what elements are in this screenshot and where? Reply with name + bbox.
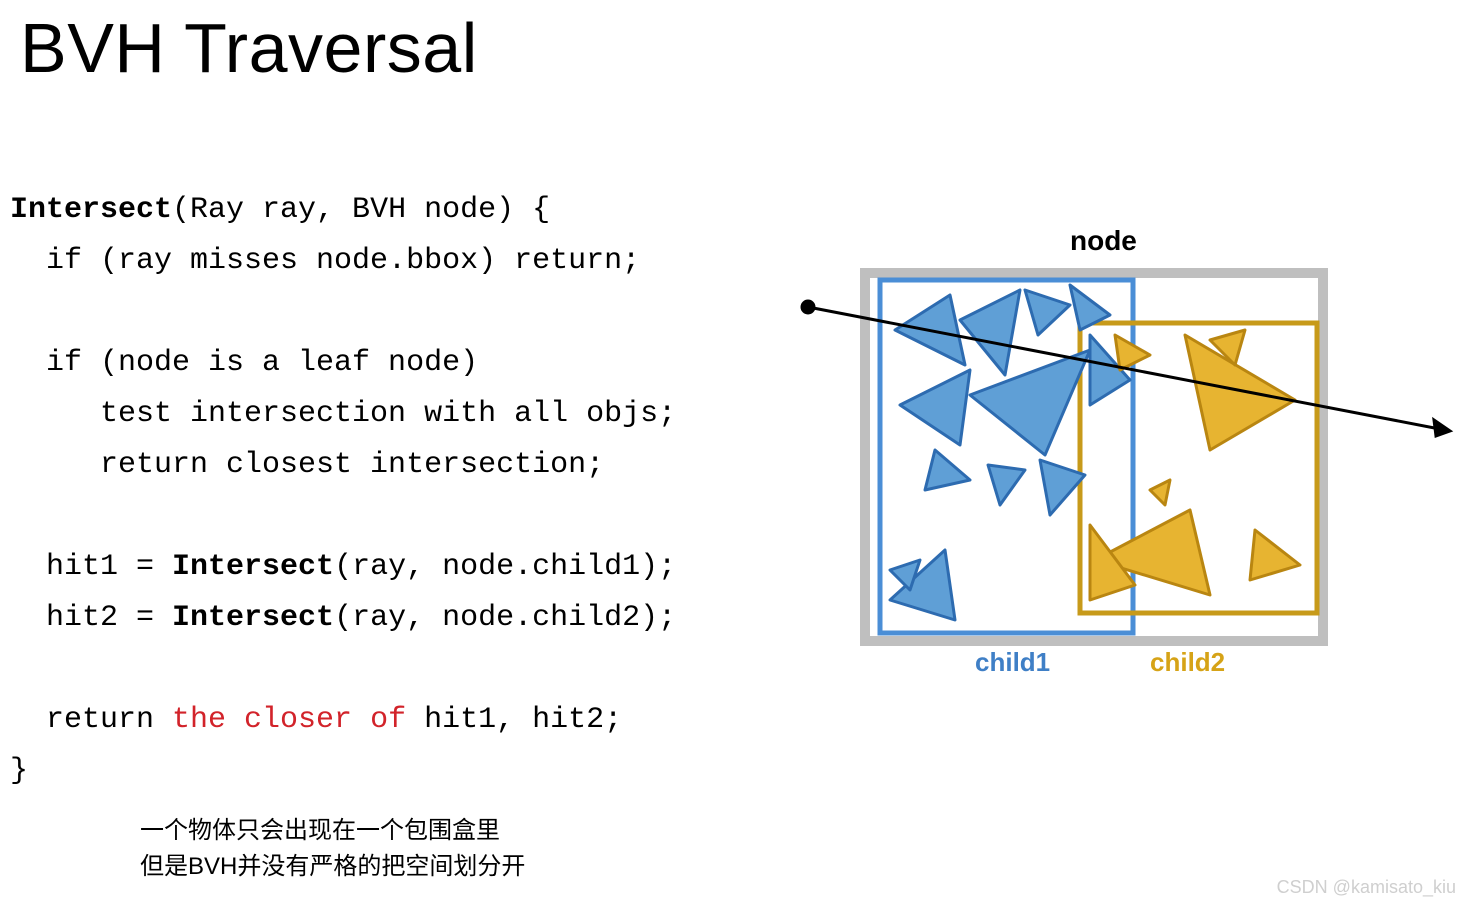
code-line: if (node is a leaf node) — [10, 346, 478, 380]
bvh-diagram: node child1 child2 — [790, 225, 1470, 695]
code-line-part: hit2 = — [10, 601, 172, 635]
bvh-svg — [790, 225, 1470, 695]
notes-block: 一个物体只会出现在一个包围盒里 但是BVH并没有严格的把空间划分开 — [140, 813, 525, 885]
sig-open: (Ray ray, BVH node) { — [172, 193, 550, 227]
code-line-part: (ray, node.child2); — [334, 601, 676, 635]
code-line: return closest intersection; — [10, 448, 604, 482]
code-close: } — [10, 754, 28, 788]
code-line: test intersection with all objs; — [10, 397, 676, 431]
page-title: BVH Traversal — [20, 8, 478, 88]
code-line-part: hit1, hit2; — [406, 703, 622, 737]
code-line: if (ray misses node.bbox) return; — [10, 244, 640, 278]
fn-call: Intersect — [172, 550, 334, 584]
note-line: 一个物体只会出现在一个包围盒里 — [140, 813, 525, 849]
child2-triangles — [1090, 330, 1300, 600]
code-line-part: hit1 = — [10, 550, 172, 584]
code-line-part: (ray, node.child1); — [334, 550, 676, 584]
watermark: CSDN @kamisato_kiu — [1277, 877, 1456, 898]
fn-call: Intersect — [172, 601, 334, 635]
code-line-part: return — [10, 703, 172, 737]
code-highlight: the closer of — [172, 703, 406, 737]
pseudocode-block: Intersect(Ray ray, BVH node) { if (ray m… — [10, 185, 676, 797]
note-line: 但是BVH并没有严格的把空间划分开 — [140, 849, 525, 885]
fn-name: Intersect — [10, 193, 172, 227]
